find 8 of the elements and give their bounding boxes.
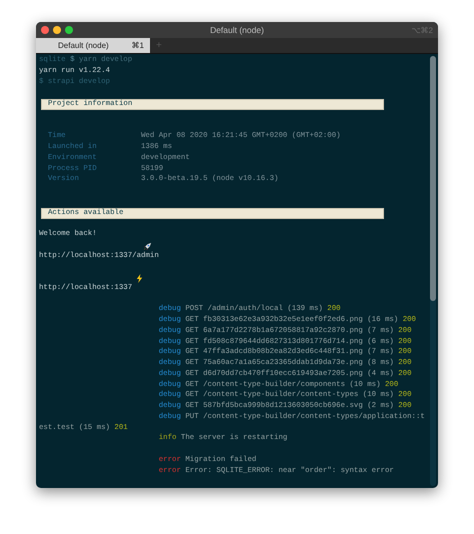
rocket-icon <box>143 242 152 250</box>
close-button[interactable] <box>41 26 49 34</box>
lightning-icon <box>136 274 143 283</box>
minimize-button[interactable] <box>53 26 61 34</box>
zoom-button[interactable] <box>65 26 73 34</box>
scrollbar-thumb[interactable] <box>430 56 436 301</box>
window-title: Default (node) <box>210 24 264 37</box>
tab[interactable]: Default (node) ⌘1 <box>36 38 150 53</box>
